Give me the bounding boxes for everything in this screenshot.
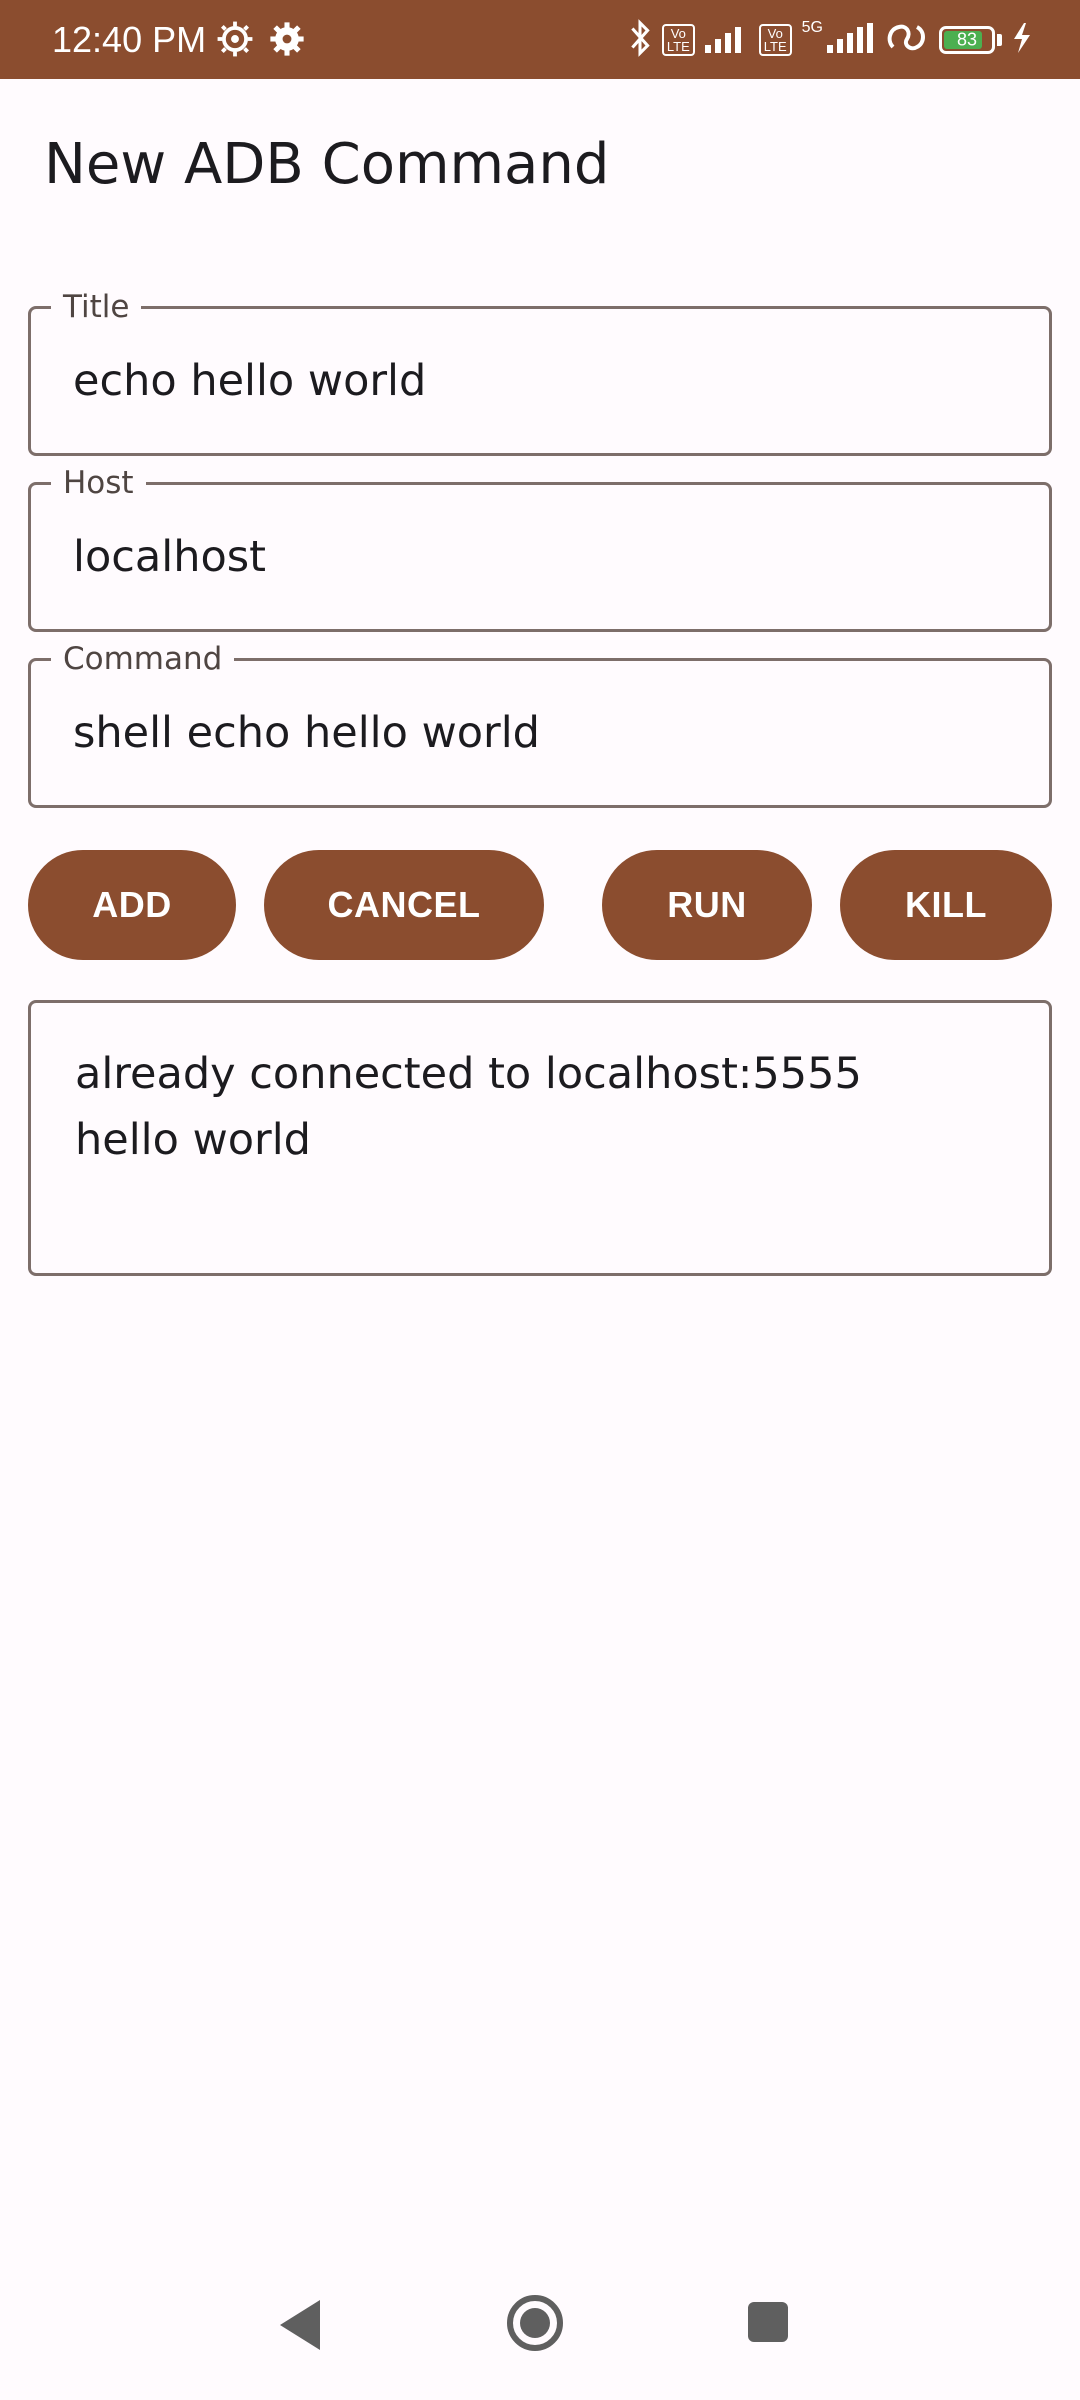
charging-bolt-icon <box>1012 23 1032 57</box>
network-type: 5G <box>801 19 823 36</box>
signal-icon <box>827 23 875 57</box>
volte-badge: Vo LTE <box>661 24 695 56</box>
battery-icon: 83 <box>939 26 995 54</box>
kill-button[interactable]: KILL <box>840 850 1052 960</box>
host-field-label: Host <box>51 465 146 501</box>
command-field[interactable]: Command shell echo hello world <box>28 641 1052 808</box>
host-field-value[interactable]: localhost <box>73 532 266 582</box>
title-field-value[interactable]: echo hello world <box>73 356 426 406</box>
status-time: 12:40 PM <box>52 18 207 60</box>
title-field-label: Title <box>51 289 142 325</box>
page-title: New ADB Command <box>44 132 610 197</box>
settings-gear-icon <box>216 20 254 62</box>
home-icon[interactable] <box>506 2294 564 2356</box>
add-button[interactable]: ADD <box>28 850 236 960</box>
hotspot-icon <box>885 21 929 59</box>
settings-gear-icon <box>268 20 306 62</box>
command-field-value[interactable]: shell echo hello world <box>73 708 540 758</box>
back-icon[interactable] <box>280 2300 324 2354</box>
volte-badge: Vo LTE <box>758 24 792 56</box>
battery-level: 83 <box>956 29 978 50</box>
status-icons: Vo LTE Vo LTE 5G 83 <box>628 16 1032 64</box>
bluetooth-icon <box>628 19 652 61</box>
output-box: already connected to localhost:5555 hell… <box>28 1000 1052 1276</box>
cancel-button[interactable]: CANCEL <box>264 850 544 960</box>
recent-apps-icon[interactable] <box>748 2302 788 2342</box>
output-line: hello world <box>75 1115 311 1165</box>
signal-icon <box>704 23 749 57</box>
output-line: already connected to localhost:5555 <box>75 1049 862 1099</box>
navigation-bar <box>0 2260 1080 2400</box>
title-field[interactable]: Title echo hello world <box>28 289 1052 456</box>
run-button[interactable]: RUN <box>602 850 812 960</box>
status-bar: 12:40 PM Vo LTE Vo LTE 5G 83 <box>0 0 1080 79</box>
host-field[interactable]: Host localhost <box>28 465 1052 632</box>
command-field-label: Command <box>51 641 235 677</box>
